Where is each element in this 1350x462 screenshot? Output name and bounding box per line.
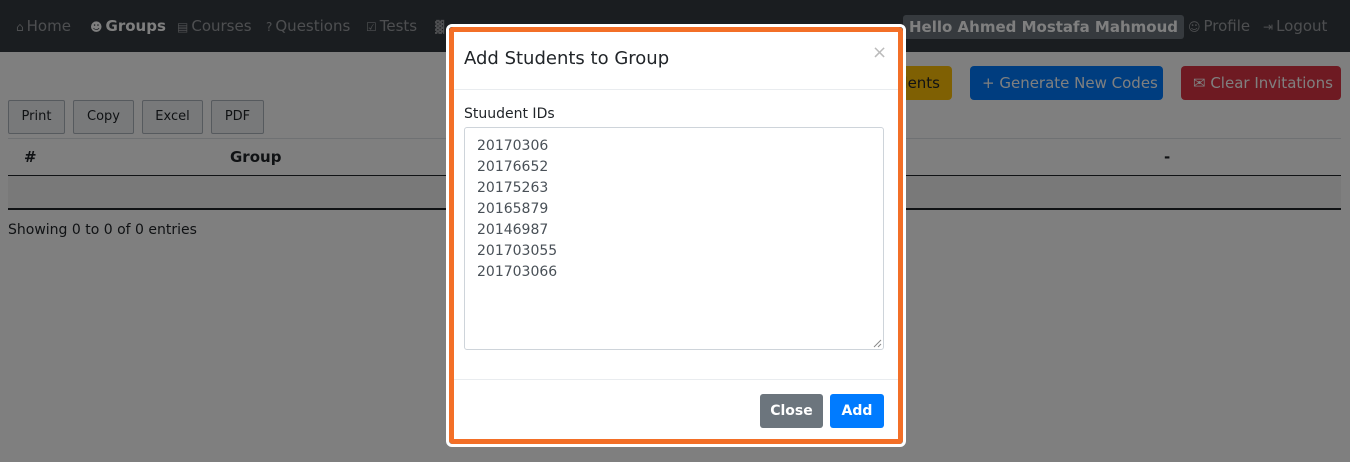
student-ids-label: Stuudent IDs — [464, 106, 555, 122]
modal-header-divider — [454, 89, 898, 90]
close-button[interactable]: Close — [760, 394, 823, 428]
add-button[interactable]: Add — [830, 394, 884, 428]
student-ids-textarea[interactable]: 20170306 20176652 20175263 20165879 2014… — [464, 127, 884, 350]
close-icon[interactable]: × — [872, 42, 887, 63]
modal-title: Add Students to Group — [464, 48, 670, 69]
modal-footer-divider — [454, 379, 898, 380]
add-students-modal: Add Students to Group × Stuudent IDs 201… — [449, 27, 903, 444]
resize-grip-icon[interactable] — [872, 338, 882, 348]
